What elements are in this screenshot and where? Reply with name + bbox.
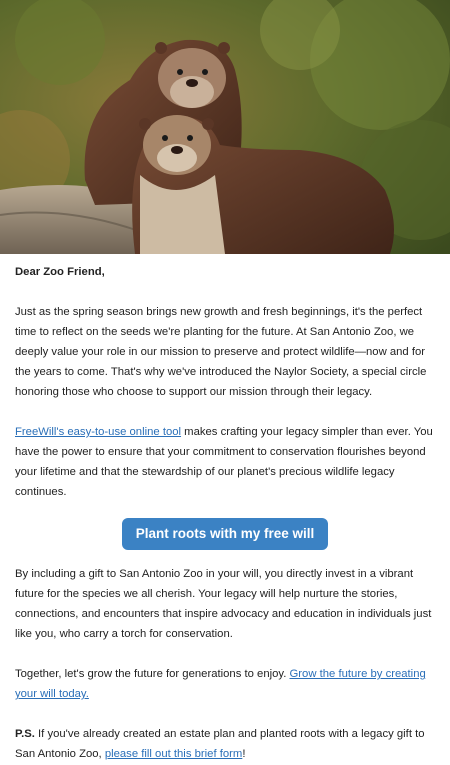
- together-paragraph: Together, let's grow the future for gene…: [15, 664, 435, 704]
- cta-container: Plant roots with my free will: [15, 518, 435, 550]
- plant-roots-button[interactable]: Plant roots with my free will: [121, 518, 329, 550]
- brief-form-link[interactable]: please fill out this brief form: [105, 748, 243, 760]
- freewill-tool-link[interactable]: FreeWill's easy-to-use online tool: [15, 426, 181, 438]
- letter-body: Dear Zoo Friend, Just as the spring seas…: [0, 254, 450, 764]
- otters-photo: [0, 0, 450, 254]
- gift-paragraph: By including a gift to San Antonio Zoo i…: [15, 568, 432, 640]
- ps-paragraph: P.S. If you've already created an estate…: [15, 724, 435, 764]
- greeting: Dear Zoo Friend,: [15, 266, 105, 278]
- intro-paragraph: Just as the spring season brings new gro…: [15, 306, 427, 398]
- ps-label: P.S.: [15, 728, 35, 740]
- freewill-paragraph: FreeWill's easy-to-use online tool makes…: [15, 422, 435, 502]
- together-text: Together, let's grow the future for gene…: [15, 668, 290, 680]
- hero-image: [0, 0, 450, 254]
- ps-end: !: [242, 748, 246, 760]
